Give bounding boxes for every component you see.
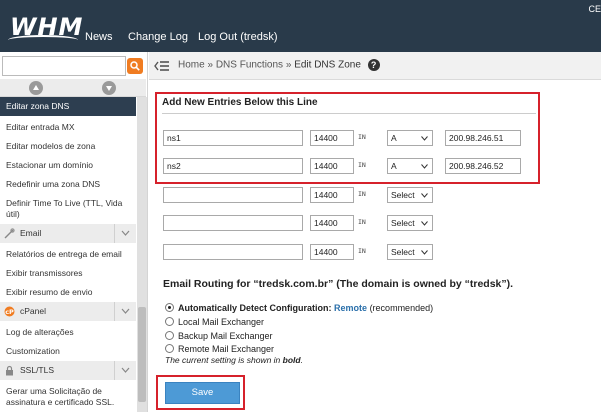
sidebar-item-log-alteracoes[interactable]: Log de alterações (0, 327, 136, 338)
record-name-input[interactable] (163, 130, 303, 146)
record-type-select[interactable]: A (387, 158, 433, 174)
ttl-input[interactable] (310, 215, 354, 231)
record-type-select[interactable]: Select (387, 244, 433, 260)
current-setting-note: The current setting is shown in bold. (165, 355, 303, 365)
breadcrumb-current: Edit DNS Zone (294, 59, 361, 71)
class-in-label: IN (358, 161, 366, 169)
breadcrumb-dns-functions[interactable]: DNS Functions (216, 60, 283, 71)
section-cpanel-toggle[interactable] (114, 302, 136, 321)
sidebar-item-estacionar-dominio[interactable]: Estacionar um domínio (0, 160, 136, 171)
collapse-sidebar-icon[interactable] (154, 60, 170, 72)
nav-news[interactable]: News (85, 31, 113, 43)
chevron-down-icon (121, 367, 130, 373)
sidebar-item-gerar-csr-line2[interactable]: assinatura e certificado SSL. (0, 397, 136, 408)
chevron-down-icon (421, 221, 428, 226)
radio-button-checked[interactable] (165, 303, 174, 312)
chevron-down-icon (421, 136, 428, 141)
ttl-input[interactable] (310, 244, 354, 260)
record-name-input[interactable] (163, 215, 303, 231)
sidebar-search (2, 56, 145, 76)
email-routing-heading: Email Routing for “tredsk.com.br” (The d… (163, 278, 514, 290)
search-button[interactable] (127, 58, 143, 74)
sidebar-item-gerar-csr[interactable]: Gerar uma Solicitação de (0, 386, 136, 397)
record-type-select[interactable]: Select (387, 215, 433, 231)
arrow-down-icon (106, 86, 112, 91)
section-ssl-toggle[interactable] (114, 361, 136, 380)
record-type-select[interactable]: Select (387, 187, 433, 203)
record-name-input[interactable] (163, 158, 303, 174)
svg-text:cP: cP (5, 308, 14, 316)
arrow-up-icon (33, 85, 39, 90)
lock-icon (6, 365, 13, 376)
sidebar-item-editar-entrada-mx[interactable]: Editar entrada MX (0, 122, 136, 133)
record-name-input[interactable] (163, 244, 303, 260)
top-bar: WHM News Change Log Log Out (tredsk) CE (0, 0, 601, 52)
chevron-down-icon (121, 308, 130, 314)
section-ssl-tls[interactable]: SSL/TLS (0, 361, 136, 380)
sidebar-item-definir-ttl-line2[interactable]: útil) (0, 209, 136, 220)
breadcrumb-bar: Home » DNS Functions » Edit DNS Zone ? (149, 52, 601, 80)
radio-backup-mail-exchanger[interactable]: Backup Mail Exchanger (165, 331, 273, 341)
class-in-label: IN (358, 190, 366, 198)
scroll-up-button[interactable] (0, 79, 73, 97)
whm-logo[interactable]: WHM (8, 14, 82, 40)
ttl-input[interactable] (310, 158, 354, 174)
class-in-label: IN (358, 247, 366, 255)
ttl-input[interactable] (310, 187, 354, 203)
email-icon (4, 228, 15, 239)
search-input[interactable] (2, 56, 126, 76)
section-email-toggle[interactable] (114, 224, 136, 243)
radio-button[interactable] (165, 344, 174, 353)
section-email[interactable]: Email (0, 224, 136, 243)
record-type-select[interactable]: A (387, 130, 433, 146)
record-name-input[interactable] (163, 187, 303, 203)
radio-auto-detect[interactable]: Automatically Detect Configuration: Remo… (165, 303, 433, 313)
sidebar-scroll-controls (0, 79, 146, 97)
sidebar-item-editar-modelos-zona[interactable]: Editar modelos de zona (0, 141, 136, 152)
sidebar-scrollbar[interactable] (137, 97, 147, 412)
class-in-label: IN (358, 218, 366, 226)
sidebar-item-exibir-resumo-envio[interactable]: Exibir resumo de envio (0, 287, 136, 298)
search-icon (130, 61, 140, 71)
save-button[interactable]: Save (165, 382, 240, 404)
breadcrumb: Home » DNS Functions » Edit DNS Zone ? (178, 59, 380, 71)
chevron-down-icon (421, 250, 428, 255)
sidebar-item-definir-ttl[interactable]: Definir Time To Live (TTL, Vida (0, 198, 136, 209)
radio-button[interactable] (165, 331, 174, 340)
current-setting-value: Remote (334, 303, 368, 313)
ttl-input[interactable] (310, 130, 354, 146)
header-right-text: CE (588, 4, 601, 14)
section-cpanel[interactable]: cP cPanel (0, 302, 136, 321)
scroll-down-button[interactable] (73, 79, 146, 97)
sidebar-item-customization[interactable]: Customization (0, 346, 136, 357)
breadcrumb-home[interactable]: Home (178, 60, 205, 71)
record-value-input[interactable] (445, 158, 521, 174)
help-icon[interactable]: ? (367, 59, 380, 71)
sidebar: Editar zona DNS Editar entrada MX Editar… (0, 52, 148, 412)
radio-button[interactable] (165, 317, 174, 326)
cpanel-icon: cP (4, 306, 15, 317)
sidebar-scrollbar-thumb[interactable] (138, 307, 146, 402)
nav-change-log[interactable]: Change Log (128, 31, 188, 43)
nav-logout[interactable]: Log Out (tredsk) (198, 31, 277, 43)
radio-local-mail-exchanger[interactable]: Local Mail Exchanger (165, 317, 264, 327)
sidebar-item-editar-zona-dns[interactable]: Editar zona DNS (0, 97, 136, 116)
sidebar-item-relatorios-entrega[interactable]: Relatórios de entrega de email (0, 249, 136, 260)
chevron-down-icon (421, 164, 428, 169)
radio-remote-mail-exchanger[interactable]: Remote Mail Exchanger (165, 344, 274, 354)
record-value-input[interactable] (445, 130, 521, 146)
class-in-label: IN (358, 133, 366, 141)
chevron-down-icon (121, 230, 130, 236)
sidebar-item-exibir-transmissores[interactable]: Exibir transmissores (0, 268, 136, 279)
chevron-down-icon (421, 193, 428, 198)
sidebar-item-redefinir-zona-dns[interactable]: Redefinir uma zona DNS (0, 179, 136, 190)
